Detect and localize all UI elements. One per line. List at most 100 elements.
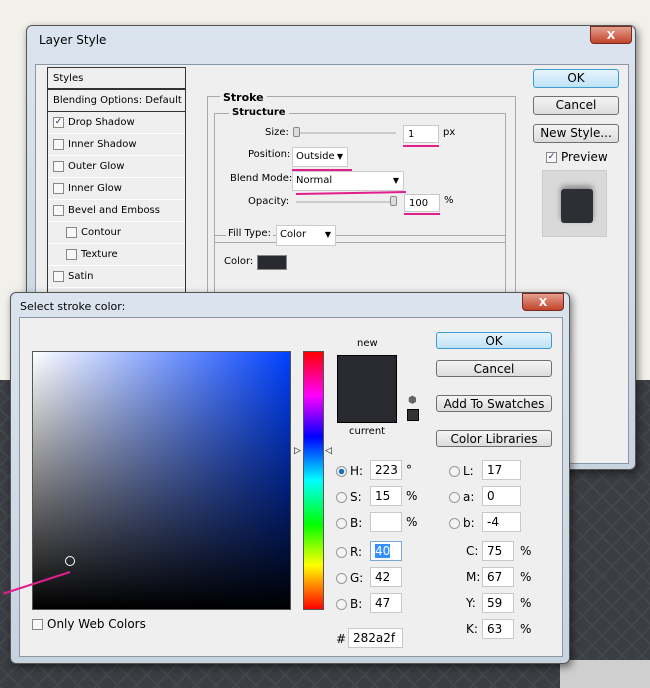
style-drop-shadow[interactable]: ✓ Drop Shadow [48, 112, 185, 134]
cmyk-M-input[interactable]: 67 [482, 567, 514, 587]
checkbox[interactable] [53, 138, 64, 150]
radio[interactable] [336, 573, 347, 584]
hue-slider-arrow-left[interactable]: ▷ [294, 446, 301, 456]
radio[interactable] [336, 466, 347, 477]
style-inner-glow[interactable]: Inner Glow [48, 178, 185, 200]
opacity-input[interactable]: 100 [404, 194, 440, 212]
position-select[interactable]: Outside [292, 147, 348, 167]
lab-a-radio[interactable]: a: [449, 490, 474, 504]
color-libraries-button[interactable]: Color Libraries [436, 430, 552, 447]
label: G: [350, 571, 364, 585]
cmyk-Y-input[interactable]: 59 [482, 593, 514, 613]
unit: % [520, 544, 532, 558]
style-outer-glow[interactable]: Outer Glow [48, 156, 185, 178]
cmyk-K-input[interactable]: 63 [482, 619, 514, 639]
radio[interactable] [336, 518, 347, 529]
g-radio[interactable]: G: [336, 571, 363, 585]
blend-mode-select[interactable]: Normal [292, 171, 404, 191]
label: Contour [81, 227, 121, 238]
cancel-button[interactable]: Cancel [533, 96, 619, 115]
style-satin[interactable]: Satin [48, 266, 185, 288]
ok-button[interactable]: OK [436, 332, 552, 349]
unit: % [520, 570, 532, 584]
bc-radio[interactable]: B: [336, 597, 362, 611]
style-contour[interactable]: Contour [48, 222, 185, 244]
style-texture[interactable]: Texture [48, 244, 185, 266]
label: S: [350, 490, 362, 504]
size-input[interactable]: 1 [403, 125, 439, 143]
s-input[interactable]: 15 [370, 486, 402, 506]
size-slider[interactable] [296, 132, 396, 134]
style-inner-shadow[interactable]: Inner Shadow [48, 134, 185, 156]
styles-header[interactable]: Styles [48, 68, 185, 90]
add-to-swatches-button[interactable]: Add To Swatches [436, 395, 552, 412]
lab-a-input[interactable]: 0 [482, 486, 521, 506]
label: Inner Glow [68, 183, 122, 194]
stroke-color-swatch[interactable] [257, 255, 287, 270]
size-label: Size: [265, 127, 289, 138]
hue-slider-arrow-right[interactable]: ◁ [325, 446, 332, 456]
opacity-slider[interactable] [296, 201, 396, 203]
color-field[interactable] [32, 351, 291, 610]
size-unit: px [443, 127, 456, 138]
unit: % [520, 596, 532, 610]
style-bevel-emboss[interactable]: Bevel and Emboss [48, 200, 185, 222]
radio[interactable] [449, 466, 460, 477]
checkbox[interactable] [66, 248, 77, 260]
lab-L-radio[interactable]: L: [449, 464, 474, 478]
ok-button[interactable]: OK [533, 69, 619, 88]
lab-b-radio[interactable]: b: [449, 516, 475, 530]
color-cursor[interactable] [65, 556, 75, 566]
cancel-button[interactable]: Cancel [436, 360, 552, 377]
K-label: K: [466, 622, 478, 636]
fill-type-label: Fill Type: [226, 228, 273, 239]
bc-input[interactable]: 47 [370, 593, 402, 613]
fill-type-select[interactable]: Color [276, 225, 336, 246]
r-radio[interactable]: R: [336, 545, 362, 559]
checkbox[interactable] [53, 182, 64, 194]
h-input[interactable]: 223 [370, 460, 402, 480]
r-input[interactable]: 40 [370, 541, 402, 561]
label: B: [350, 597, 363, 611]
close-button[interactable]: X [590, 26, 632, 44]
radio[interactable] [336, 547, 347, 558]
close-button[interactable]: X [522, 293, 564, 311]
checkbox[interactable] [53, 270, 64, 282]
opacity-unit: % [444, 195, 454, 206]
lab-b-input[interactable]: -4 [482, 512, 521, 532]
unit: % [406, 489, 418, 503]
label: R: [350, 545, 363, 559]
b-input[interactable] [370, 512, 402, 532]
radio[interactable] [336, 599, 347, 610]
preview-checkbox[interactable]: ✓ Preview [546, 150, 608, 164]
unit: % [520, 622, 532, 636]
checkbox[interactable] [32, 619, 43, 630]
checkbox[interactable]: ✓ [546, 152, 557, 163]
size-slider-thumb[interactable] [293, 127, 300, 137]
preview-label: Preview [561, 150, 608, 164]
blending-options[interactable]: Blending Options: Default [48, 90, 185, 112]
label: a: [463, 490, 475, 504]
lab-L-input[interactable]: 17 [482, 460, 521, 480]
radio[interactable] [336, 492, 347, 503]
checkbox[interactable] [66, 226, 77, 238]
only-web-colors[interactable]: Only Web Colors [32, 617, 146, 631]
radio[interactable] [449, 492, 460, 503]
s-radio[interactable]: S: [336, 490, 362, 504]
cmyk-C-input[interactable]: 75 [482, 541, 514, 561]
checkbox[interactable]: ✓ [53, 116, 64, 128]
radio[interactable] [449, 518, 460, 529]
checkbox[interactable] [53, 160, 64, 172]
new-style-button[interactable]: New Style... [533, 124, 619, 143]
b-radio[interactable]: B: [336, 516, 362, 530]
opacity-slider-thumb[interactable] [390, 196, 397, 206]
background-light [560, 660, 650, 688]
web-safe-swatch[interactable] [407, 409, 419, 421]
cube-icon[interactable]: ⬢ [408, 395, 417, 406]
checkbox[interactable] [53, 204, 64, 216]
hex-input[interactable]: 282a2f [348, 628, 403, 648]
g-input[interactable]: 42 [370, 567, 402, 587]
h-radio[interactable]: H: [336, 464, 363, 478]
hue-slider[interactable] [303, 351, 324, 610]
annotation-underline [404, 213, 440, 215]
